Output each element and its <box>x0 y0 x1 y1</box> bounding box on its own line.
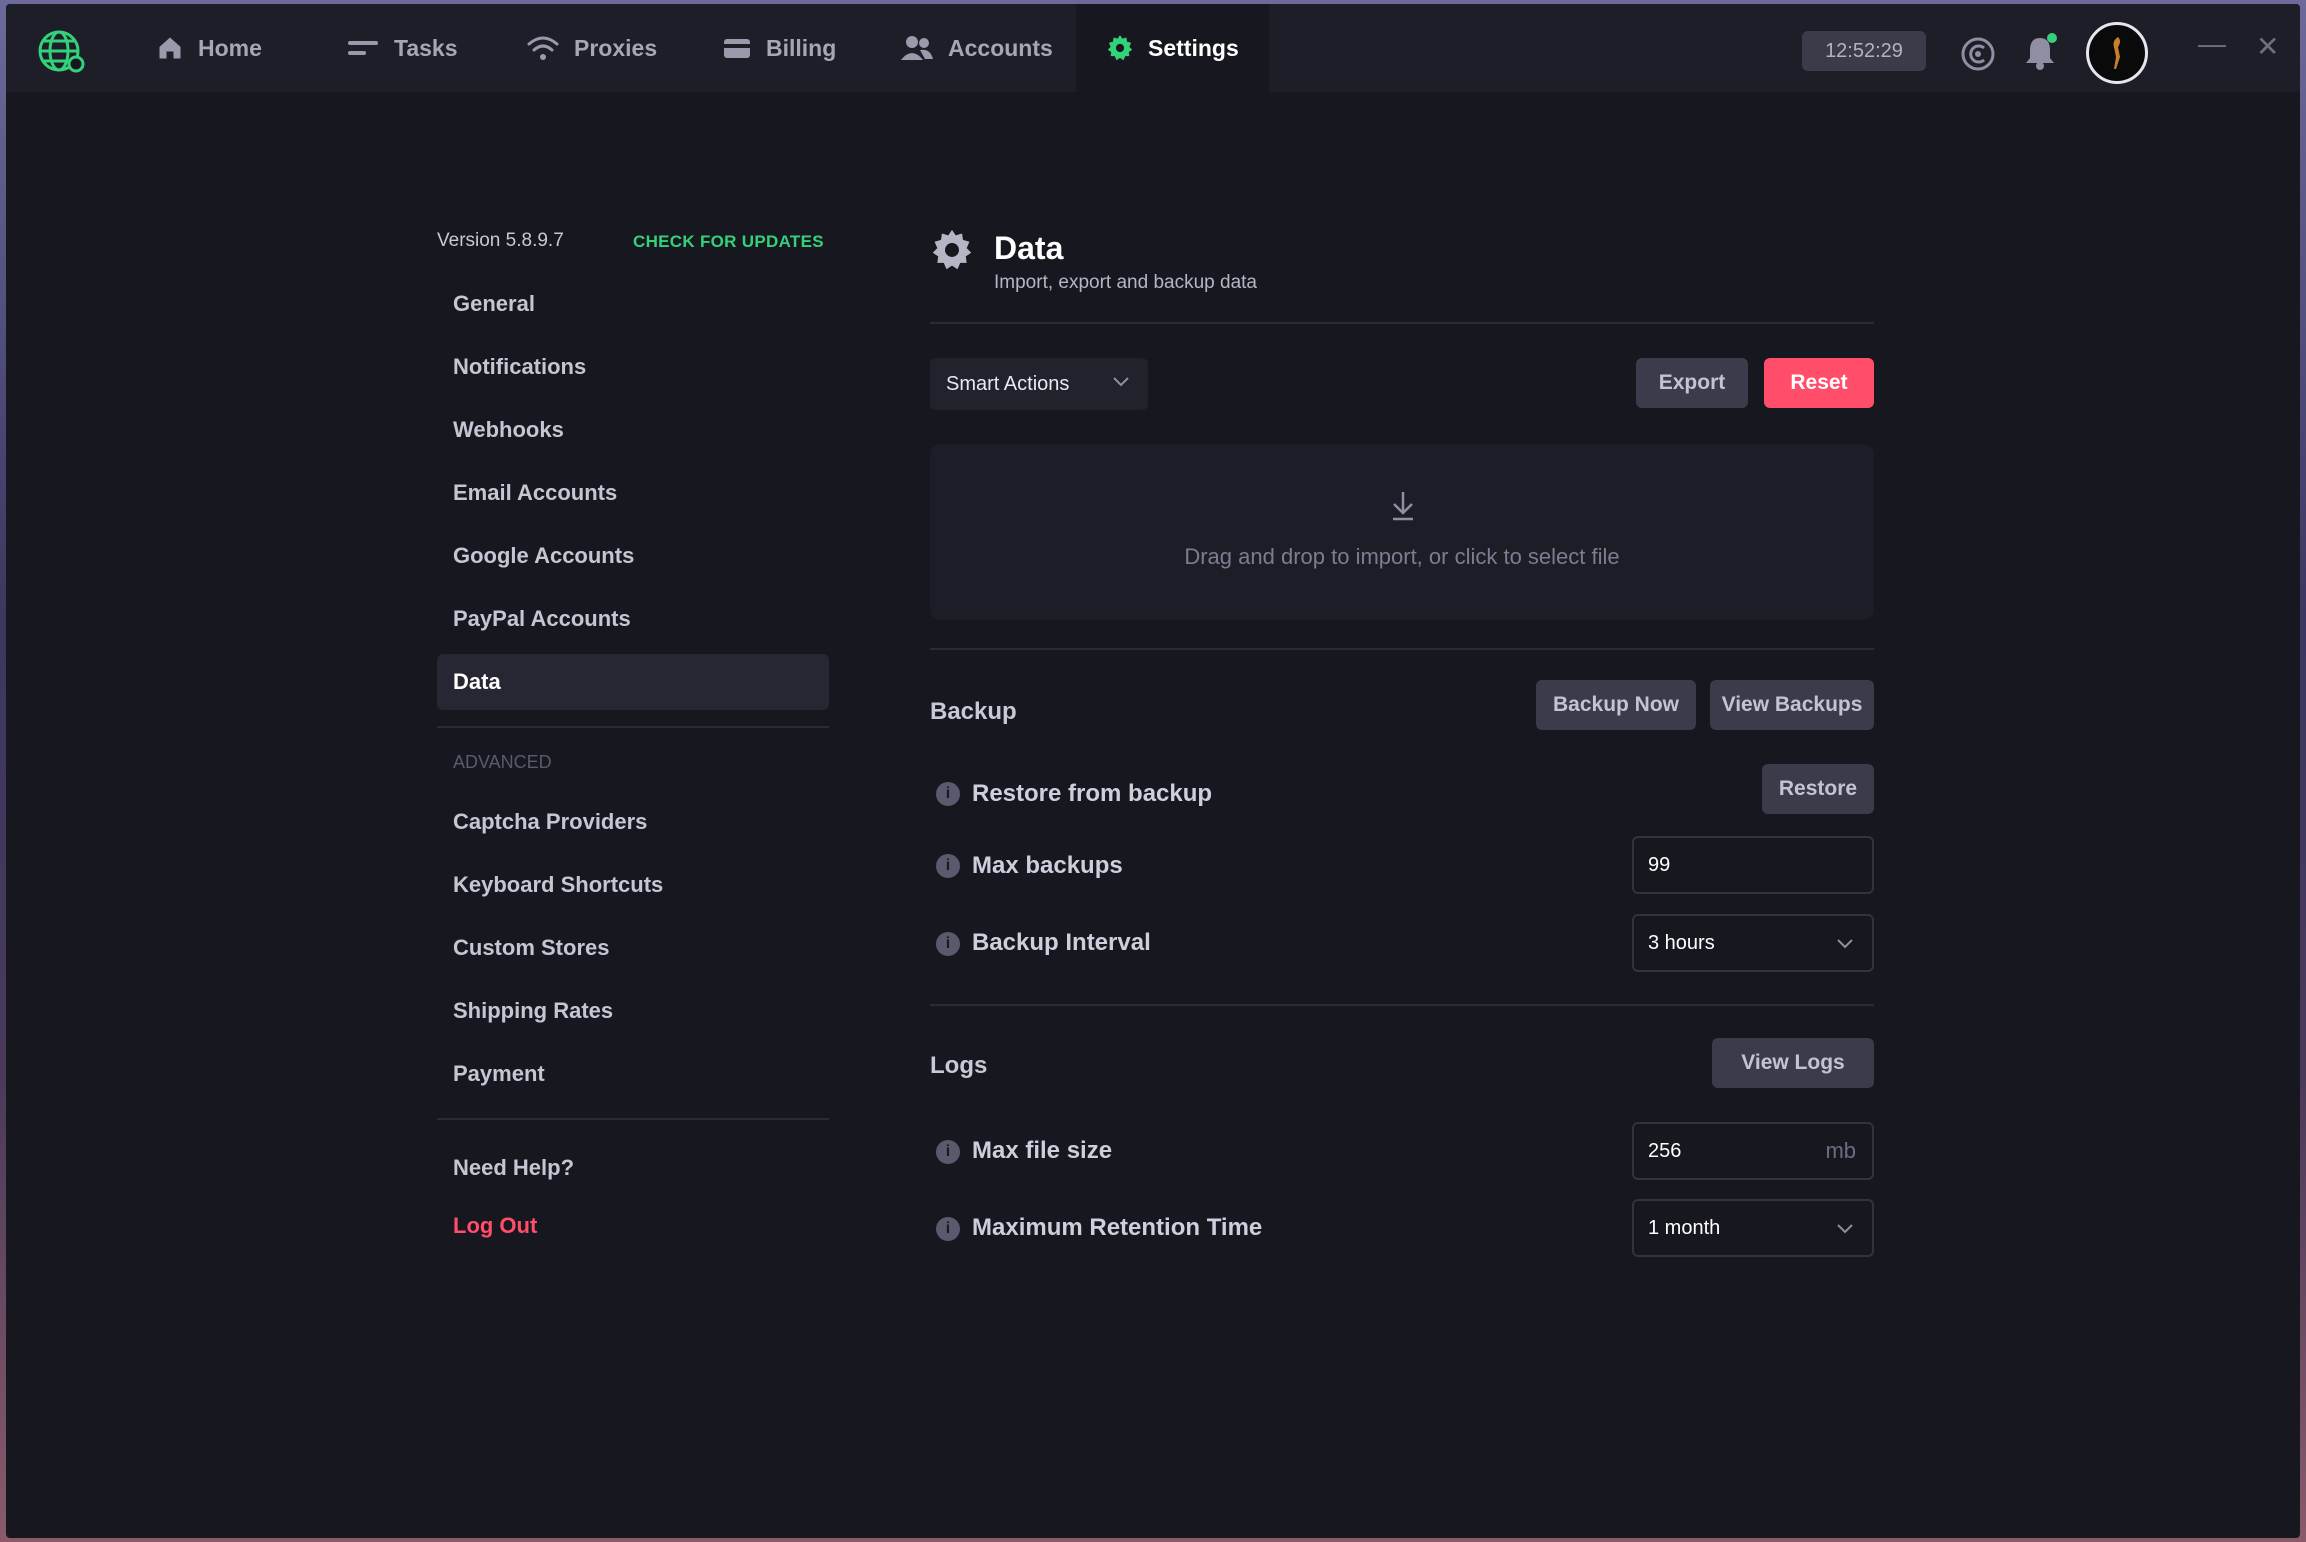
view-backups-button[interactable]: View Backups <box>1710 680 1874 730</box>
check-updates-link[interactable]: CHECK FOR UPDATES <box>633 232 824 252</box>
import-dropzone[interactable]: Drag and drop to import, or click to sel… <box>930 444 1874 620</box>
nav-settings[interactable]: Settings <box>1076 4 1269 92</box>
minimize-icon[interactable]: — <box>2198 28 2226 60</box>
divider <box>930 322 1874 324</box>
sidebar-divider <box>437 726 829 728</box>
nav-tasks[interactable]: Tasks <box>346 4 458 92</box>
settings-gear-icon <box>932 229 972 270</box>
info-icon[interactable]: i <box>936 854 960 878</box>
divider <box>930 648 1874 650</box>
max-file-size-input[interactable]: 256 mb <box>1632 1122 1874 1180</box>
sidebar-item-custom-stores[interactable]: Custom Stores <box>437 920 829 976</box>
nav-proxies-label: Proxies <box>574 34 658 61</box>
globe-logo-icon[interactable] <box>36 26 86 76</box>
nav-tasks-label: Tasks <box>394 34 458 61</box>
sidebar-item-notifications[interactable]: Notifications <box>437 339 829 395</box>
sidebar-item-keyboard-shortcuts[interactable]: Keyboard Shortcuts <box>437 857 829 913</box>
retention-time-label: Maximum Retention Time <box>972 1214 1263 1241</box>
retention-time-select[interactable]: 1 month <box>1632 1199 1874 1257</box>
download-icon <box>1393 492 1413 521</box>
info-icon[interactable]: i <box>936 1217 960 1241</box>
bell-icon[interactable] <box>2022 32 2058 72</box>
dropzone-text: Drag and drop to import, or click to sel… <box>1184 544 1620 569</box>
nav-home-label: Home <box>198 34 262 61</box>
max-backups-input[interactable]: 99 <box>1632 836 1874 894</box>
backup-interval-label: Backup Interval <box>972 929 1151 956</box>
home-icon <box>159 37 181 59</box>
sidebar-item-webhooks[interactable]: Webhooks <box>437 402 829 458</box>
captcha-status-icon[interactable] <box>1960 36 1996 72</box>
nav-billing[interactable]: Billing <box>722 4 836 92</box>
page-subtitle: Import, export and backup data <box>994 272 1257 293</box>
logs-section-title: Logs <box>930 1052 988 1079</box>
backup-section-title: Backup <box>930 698 1017 725</box>
gear-icon <box>1107 35 1133 61</box>
smart-actions-dropdown[interactable]: Smart Actions <box>930 358 1148 410</box>
smart-actions-label: Smart Actions <box>946 372 1070 395</box>
sidebar-item-shipping-rates[interactable]: Shipping Rates <box>437 983 829 1039</box>
retention-time-value: 1 month <box>1648 1216 1721 1239</box>
need-help-link[interactable]: Need Help? <box>437 1140 829 1196</box>
max-file-size-unit: mb <box>1825 1138 1856 1163</box>
chevron-down-icon <box>1837 939 1853 949</box>
sidebar-section-advanced: ADVANCED <box>453 752 552 772</box>
sidebar-item-data[interactable]: Data <box>437 654 829 710</box>
card-icon <box>724 39 750 58</box>
sidebar-item-paypal-accounts[interactable]: PayPal Accounts <box>437 591 829 647</box>
app-window: Home Tasks Proxies Billing Accounts Sett… <box>6 4 2300 1538</box>
nav-accounts[interactable]: Accounts <box>900 4 1053 92</box>
backup-now-button[interactable]: Backup Now <box>1536 680 1696 730</box>
avatar-figure-icon <box>2113 37 2120 69</box>
top-nav-bar: Home Tasks Proxies Billing Accounts Sett… <box>6 4 2300 92</box>
nav-proxies[interactable]: Proxies <box>526 4 657 92</box>
backup-interval-value: 3 hours <box>1648 931 1715 954</box>
sidebar-item-payment[interactable]: Payment <box>437 1046 829 1102</box>
sidebar-item-general[interactable]: General <box>437 276 829 332</box>
close-icon[interactable]: ✕ <box>2256 30 2279 63</box>
page-title: Data <box>994 230 1064 266</box>
tasks-icon <box>348 41 378 55</box>
wifi-icon <box>527 36 559 60</box>
reset-button[interactable]: Reset <box>1764 358 1874 408</box>
logout-link[interactable]: Log Out <box>437 1198 829 1254</box>
clock-display: 12:52:29 <box>1802 31 1926 71</box>
avatar[interactable] <box>2086 22 2148 84</box>
view-logs-button[interactable]: View Logs <box>1712 1038 1874 1088</box>
sidebar-item-captcha-providers[interactable]: Captcha Providers <box>437 794 829 850</box>
max-backups-label: Max backups <box>972 852 1123 879</box>
backup-interval-select[interactable]: 3 hours <box>1632 914 1874 972</box>
nav-accounts-label: Accounts <box>948 34 1053 61</box>
version-label: Version 5.8.9.7 <box>437 230 564 251</box>
info-icon[interactable]: i <box>936 782 960 806</box>
export-button[interactable]: Export <box>1636 358 1748 408</box>
sidebar-item-google-accounts[interactable]: Google Accounts <box>437 528 829 584</box>
restore-label: Restore from backup <box>972 780 1213 807</box>
nav-settings-label: Settings <box>1148 34 1239 61</box>
max-file-size-label: Max file size <box>972 1137 1113 1164</box>
users-icon <box>901 36 933 60</box>
nav-home[interactable]: Home <box>156 4 262 92</box>
sidebar-divider <box>437 1118 829 1120</box>
max-file-size-value: 256 <box>1648 1139 1682 1162</box>
nav-billing-label: Billing <box>766 34 837 61</box>
max-backups-value: 99 <box>1648 853 1671 876</box>
info-icon[interactable]: i <box>936 932 960 956</box>
chevron-down-icon <box>1837 1224 1853 1234</box>
divider <box>930 1004 1874 1006</box>
restore-button[interactable]: Restore <box>1762 764 1874 814</box>
sidebar-item-email-accounts[interactable]: Email Accounts <box>437 465 829 521</box>
info-icon[interactable]: i <box>936 1140 960 1164</box>
chevron-down-icon <box>1113 377 1129 387</box>
